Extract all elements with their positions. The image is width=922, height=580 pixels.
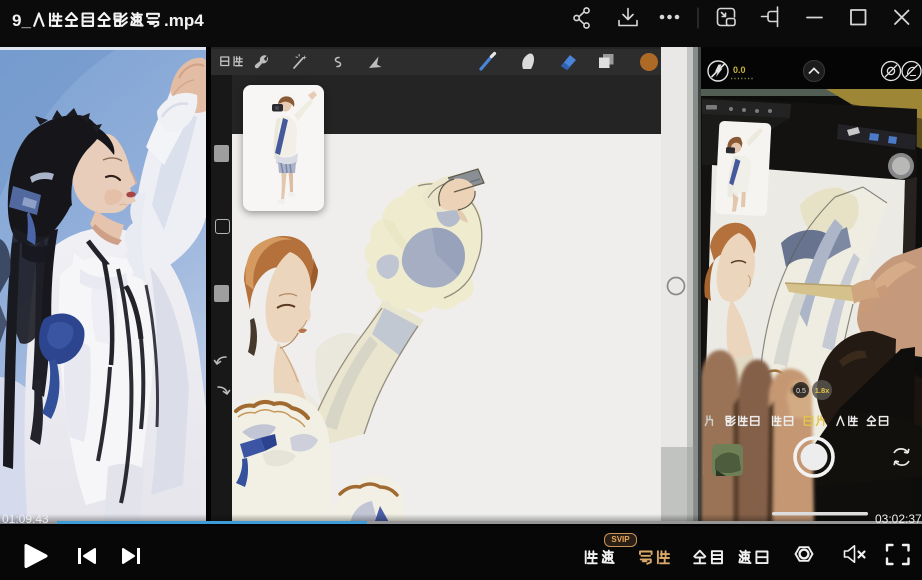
svg-text:1.8x: 1.8x	[815, 386, 830, 395]
svg-text:.mp4: .mp4	[164, 11, 204, 30]
svg-text:0.0: 0.0	[733, 65, 746, 75]
svg-text:9_: 9_	[12, 11, 31, 30]
svg-text:0.5: 0.5	[796, 388, 806, 395]
